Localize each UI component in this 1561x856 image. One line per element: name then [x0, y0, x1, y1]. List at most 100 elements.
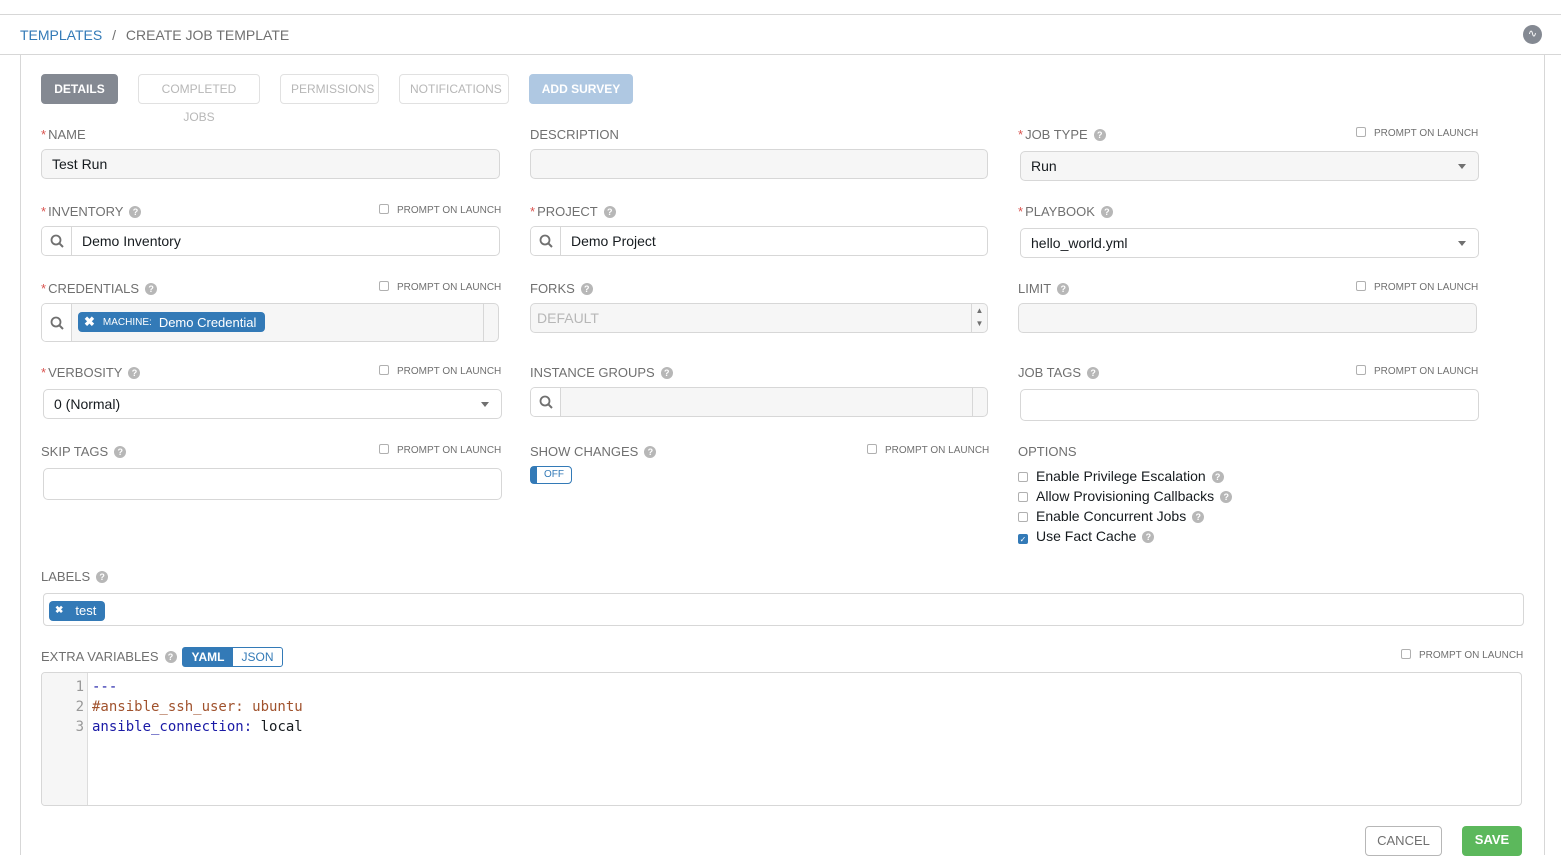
- credentials-label: * CREDENTIALS?: [41, 281, 158, 296]
- checkbox-icon[interactable]: [1018, 472, 1028, 482]
- help-icon[interactable]: ?: [1100, 206, 1113, 218]
- labels-input[interactable]: ✖ test: [43, 593, 1524, 626]
- labels-label: LABELS?: [41, 569, 109, 584]
- label-chip: ✖ test: [49, 600, 106, 621]
- checkbox-icon[interactable]: [1018, 512, 1028, 522]
- help-icon[interactable]: ?: [145, 283, 158, 295]
- option-fact-cache[interactable]: ✓ Use Fact Cache?: [1018, 528, 1155, 544]
- help-icon[interactable]: ?: [1211, 471, 1224, 483]
- skip-tags-input[interactable]: [43, 468, 502, 500]
- checkbox-icon[interactable]: [1356, 127, 1366, 137]
- help-icon[interactable]: ?: [660, 367, 673, 379]
- forks-label: FORKS?: [530, 281, 593, 296]
- help-icon[interactable]: ?: [1093, 129, 1106, 141]
- tab-completed-jobs[interactable]: COMPLETED JOBS: [138, 74, 260, 124]
- code-content[interactable]: --- #ansible_ssh_user: ubuntu ansible_conn…: [88, 673, 303, 805]
- tab-notifications[interactable]: NOTIFICATIONS: [399, 74, 509, 104]
- name-label: * NAME: [41, 127, 86, 142]
- inventory-value[interactable]: Demo Inventory: [72, 227, 181, 255]
- help-icon[interactable]: ?: [129, 206, 142, 218]
- search-icon[interactable]: [42, 304, 72, 341]
- skip-tags-prompt-on-launch[interactable]: PROMPT ON LAUNCH: [379, 444, 501, 456]
- breadcrumb-separator: /: [112, 27, 116, 43]
- remove-chip-icon[interactable]: ✖: [84, 314, 95, 330]
- tab-permissions[interactable]: PERMISSIONS: [280, 74, 379, 104]
- checkbox-icon[interactable]: [379, 444, 389, 454]
- credentials-prompt-on-launch[interactable]: PROMPT ON LAUNCH: [379, 281, 501, 293]
- job-tags-label: JOB TAGS?: [1018, 365, 1100, 380]
- checkbox-icon[interactable]: [1401, 649, 1411, 659]
- checkbox-checked-icon[interactable]: ✓: [1018, 534, 1028, 544]
- tab-details[interactable]: DETAILS: [41, 74, 118, 104]
- name-input[interactable]: Test Run: [41, 149, 500, 179]
- limit-label: LIMIT?: [1018, 281, 1070, 296]
- playbook-select[interactable]: hello_world.yml: [1020, 228, 1479, 258]
- checkbox-icon[interactable]: [1356, 365, 1366, 375]
- options-label: OPTIONS: [1018, 444, 1077, 459]
- help-icon[interactable]: ?: [644, 446, 657, 458]
- extra-variables-prompt-on-launch[interactable]: PROMPT ON LAUNCH: [1401, 649, 1523, 661]
- project-value[interactable]: Demo Project: [561, 227, 656, 255]
- limit-input[interactable]: [1018, 303, 1477, 333]
- option-provisioning-callbacks[interactable]: Allow Provisioning Callbacks?: [1018, 488, 1233, 504]
- help-icon[interactable]: ?: [96, 571, 109, 583]
- activity-stream-icon[interactable]: ∿: [1523, 25, 1542, 44]
- option-privilege-escalation[interactable]: Enable Privilege Escalation?: [1018, 468, 1224, 484]
- checkbox-icon[interactable]: [379, 365, 389, 375]
- checkbox-icon[interactable]: [379, 204, 389, 214]
- yaml-button[interactable]: YAML: [183, 648, 233, 666]
- top-divider: [0, 14, 1561, 15]
- show-changes-toggle[interactable]: OFF: [530, 466, 572, 484]
- search-icon[interactable]: [531, 227, 561, 255]
- verbosity-label: * VERBOSITY?: [41, 365, 141, 380]
- caret-down-icon: [481, 402, 489, 407]
- inventory-prompt-on-launch[interactable]: PROMPT ON LAUNCH: [379, 204, 501, 216]
- description-input[interactable]: [530, 149, 988, 179]
- job-type-prompt-on-launch[interactable]: PROMPT ON LAUNCH: [1356, 127, 1478, 139]
- help-icon[interactable]: ?: [603, 206, 616, 218]
- inventory-label: * INVENTORY?: [41, 204, 142, 219]
- job-tags-prompt-on-launch[interactable]: PROMPT ON LAUNCH: [1356, 365, 1478, 377]
- help-icon[interactable]: ?: [1057, 283, 1070, 295]
- remove-chip-icon[interactable]: ✖: [55, 605, 63, 616]
- json-button[interactable]: JSON: [233, 648, 282, 666]
- checkbox-icon[interactable]: [1356, 281, 1366, 291]
- instance-groups-label: INSTANCE GROUPS?: [530, 365, 673, 380]
- extra-variables-editor[interactable]: 123 --- #ansible_ssh_user: ubuntu ansible_…: [41, 672, 1522, 806]
- forks-input[interactable]: DEFAULT: [530, 303, 988, 333]
- checkbox-icon[interactable]: [867, 444, 877, 454]
- help-icon[interactable]: ?: [128, 367, 141, 379]
- inventory-lookup[interactable]: Demo Inventory: [41, 226, 500, 256]
- limit-prompt-on-launch[interactable]: PROMPT ON LAUNCH: [1356, 281, 1478, 293]
- project-lookup[interactable]: Demo Project: [530, 226, 988, 256]
- search-icon[interactable]: [42, 227, 72, 255]
- breadcrumb-templates[interactable]: TEMPLATES: [20, 27, 102, 43]
- project-label: * PROJECT?: [530, 204, 616, 219]
- cancel-button[interactable]: CANCEL: [1365, 826, 1442, 856]
- forks-spinner[interactable]: ▲ ▼: [971, 304, 987, 332]
- save-button[interactable]: SAVE: [1462, 826, 1522, 856]
- job-type-select[interactable]: Run: [1020, 151, 1479, 181]
- help-icon[interactable]: ?: [580, 283, 593, 295]
- option-concurrent-jobs[interactable]: Enable Concurrent Jobs?: [1018, 508, 1205, 524]
- help-icon[interactable]: ?: [1087, 367, 1100, 379]
- help-icon[interactable]: ?: [164, 651, 177, 663]
- instance-groups-lookup[interactable]: [530, 387, 988, 417]
- help-icon[interactable]: ?: [114, 446, 127, 458]
- show-changes-prompt-on-launch[interactable]: PROMPT ON LAUNCH: [867, 444, 989, 456]
- help-icon[interactable]: ?: [1220, 491, 1233, 503]
- verbosity-select[interactable]: 0 (Normal): [43, 389, 502, 419]
- credentials-lookup[interactable]: ✖ MACHINE: Demo Credential: [41, 303, 499, 342]
- help-icon[interactable]: ?: [1142, 531, 1155, 543]
- playbook-label: * PLAYBOOK?: [1018, 204, 1113, 219]
- credential-chip: ✖ MACHINE: Demo Credential: [78, 312, 266, 332]
- checkbox-icon[interactable]: [1018, 492, 1028, 502]
- breadcrumb: TEMPLATES / CREATE JOB TEMPLATE: [20, 27, 289, 43]
- job-tags-input[interactable]: [1020, 389, 1479, 421]
- checkbox-icon[interactable]: [379, 281, 389, 291]
- add-survey-button[interactable]: ADD SURVEY: [529, 74, 633, 104]
- verbosity-prompt-on-launch[interactable]: PROMPT ON LAUNCH: [379, 365, 501, 377]
- search-icon[interactable]: [531, 388, 561, 416]
- help-icon[interactable]: ?: [1192, 511, 1205, 523]
- caret-down-icon: [1458, 241, 1466, 246]
